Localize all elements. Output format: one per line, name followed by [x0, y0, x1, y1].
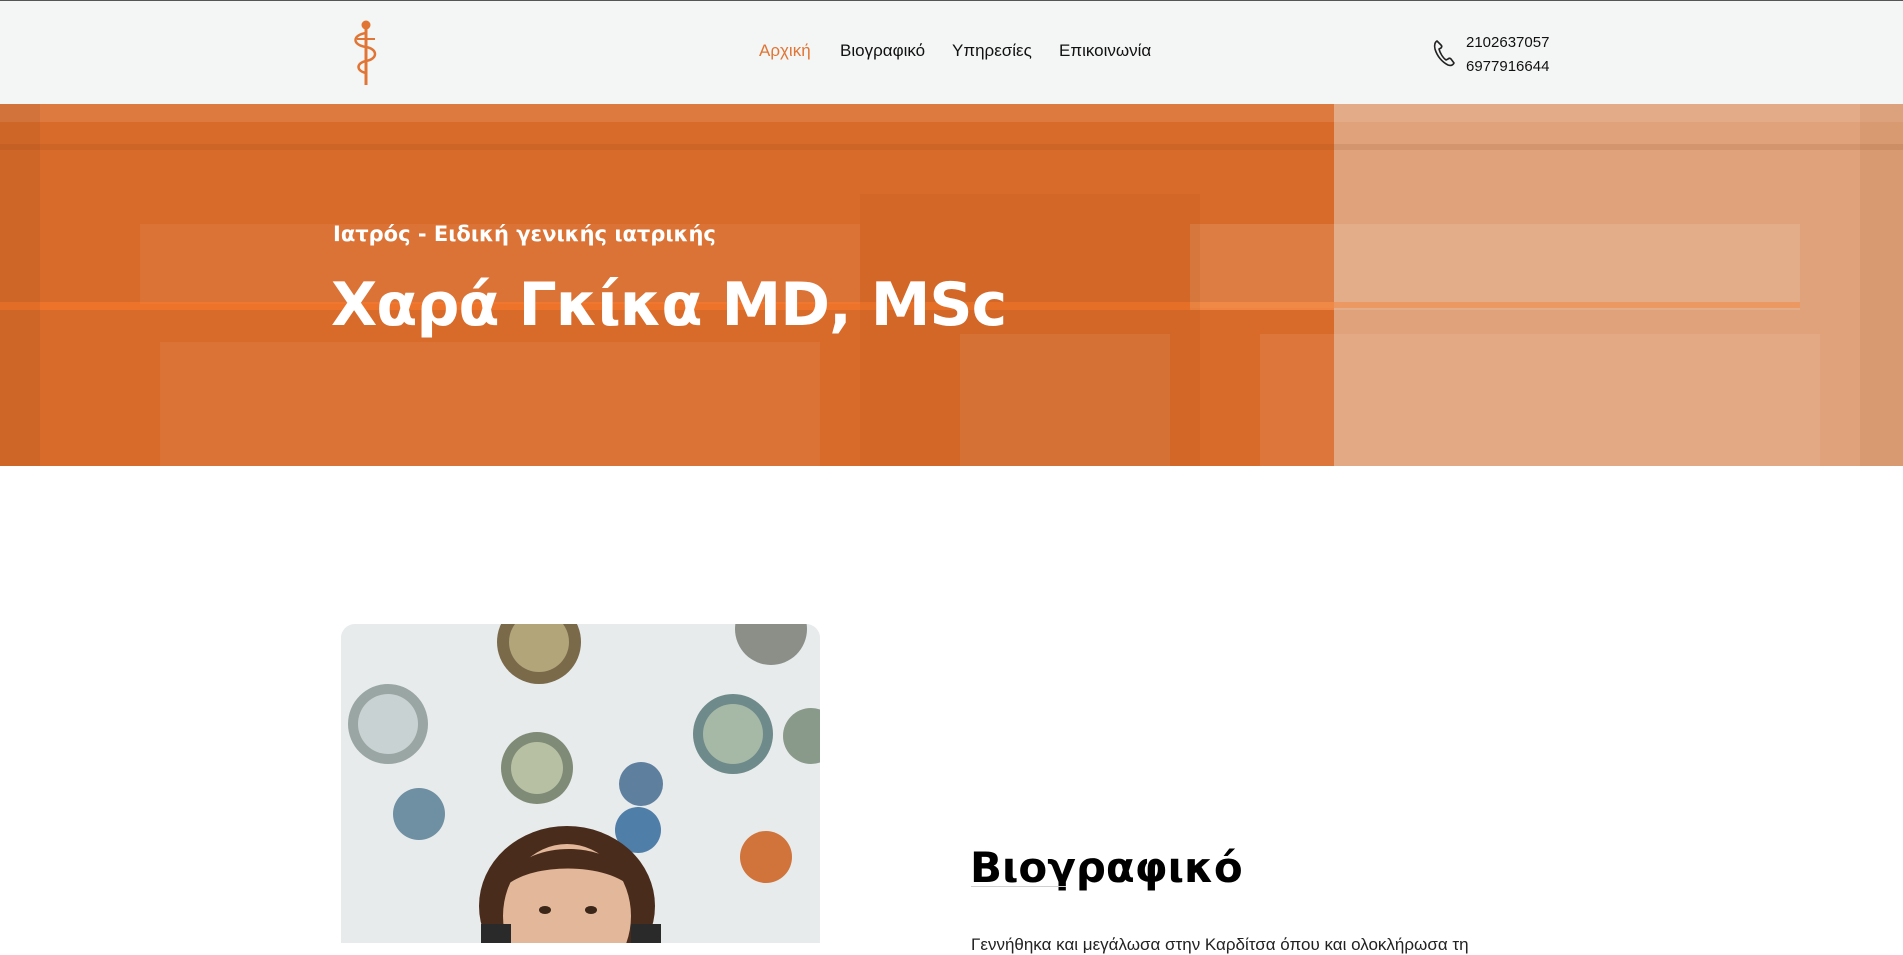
doctor-portrait-photo: [341, 624, 820, 943]
main-nav: Αρχική Βιογραφικό Υπηρεσίες Επικοινωνία: [0, 41, 1903, 65]
portrait-illustration: [341, 624, 820, 943]
hero-title: Χαρά Γκίκα MD, MSc: [331, 270, 1007, 340]
phone-icon: [1433, 40, 1455, 67]
phone-numbers: 2102637057 6977916644: [1466, 31, 1549, 79]
hero-banner: Ιατρός - Ειδική γενικής ιατρικής Χαρά Γκ…: [0, 104, 1903, 466]
nav-item-services[interactable]: Υπηρεσίες: [952, 41, 1032, 61]
biography-text: Γεννήθηκα και μεγάλωσα στην Καρδίτσα όπο…: [971, 935, 1469, 954]
biography-heading: Βιογραφικό: [970, 842, 1243, 892]
nav-item-biography[interactable]: Βιογραφικό: [840, 41, 925, 61]
nav-item-contact[interactable]: Επικοινωνία: [1059, 41, 1151, 61]
hero-subtitle: Ιατρός - Ειδική γενικής ιατρικής: [333, 222, 716, 246]
phone-number-mobile[interactable]: 6977916644: [1466, 55, 1549, 79]
site-header: Αρχική Βιογραφικό Υπηρεσίες Επικοινωνία …: [0, 1, 1903, 104]
phone-number-landline[interactable]: 2102637057: [1466, 31, 1549, 55]
biography-divider: [971, 886, 1066, 887]
nav-item-home[interactable]: Αρχική: [759, 41, 811, 61]
